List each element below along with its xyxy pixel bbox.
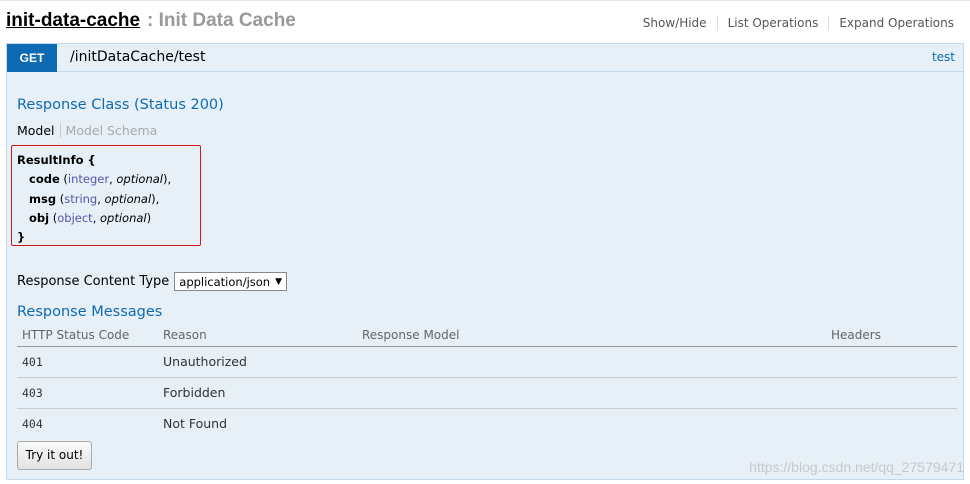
content-type-label: Response Content Type (17, 274, 170, 289)
property-sep: , (92, 210, 100, 225)
table-row: 404 Not Found (17, 409, 957, 440)
header-reason: Reason (163, 328, 207, 342)
property-optional: optional (100, 210, 147, 225)
show-hide-link[interactable]: Show/Hide (633, 16, 717, 30)
header-response-model: Response Model (362, 328, 460, 342)
operation-panel: GET /initDataCache/test test Response Cl… (6, 43, 964, 480)
response-messages-title: Response Messages (17, 304, 163, 320)
dropdown-arrow-icon: ▼ (275, 276, 283, 287)
resource-header: init-data-cache : Init Data Cache Show/H… (6, 10, 964, 36)
property-paren: ( (59, 172, 68, 187)
property-end: ), (163, 172, 172, 187)
property-type: integer (67, 172, 110, 187)
table-row: 401 Unauthorized (17, 347, 957, 378)
table-row: 403 Forbidden (17, 378, 957, 409)
property-type: string (64, 191, 98, 206)
http-method-badge[interactable]: GET (7, 44, 57, 72)
content-type-select[interactable]: application/json ▼ (174, 272, 288, 291)
property-paren: ( (56, 191, 65, 206)
resource-description: : Init Data Cache (147, 10, 296, 31)
property-name: msg (29, 191, 57, 206)
model-close: } (17, 230, 26, 245)
resource-options: Show/Hide List Operations Expand Operati… (633, 16, 954, 30)
resource-name-link[interactable]: init-data-cache (6, 10, 140, 32)
model-open: ResultInfo { (17, 153, 96, 167)
property-sep: , (97, 191, 105, 206)
operation-summary-link[interactable]: test (932, 50, 955, 64)
reason: Unauthorized (163, 354, 247, 369)
header-headers: Headers (831, 328, 881, 342)
property-name: code (29, 172, 60, 187)
header-status-code: HTTP Status Code (22, 328, 130, 342)
property-end: ) (146, 210, 152, 225)
response-messages-table: HTTP Status Code Reason Response Model H… (17, 326, 957, 440)
property-end: ), (151, 191, 160, 206)
reason: Not Found (163, 416, 228, 431)
content-type-row: Response Content Type application/json ▼ (17, 272, 288, 291)
expand-operations-link[interactable]: Expand Operations (828, 16, 954, 30)
property-type: object (57, 210, 93, 225)
table-header: HTTP Status Code Reason Response Model H… (17, 326, 957, 347)
signature-tabs: Model Model Schema (17, 123, 157, 138)
watermark-text: https://blog.csdn.net/qq_27579471 (749, 459, 964, 475)
tab-model[interactable]: Model (17, 123, 61, 138)
tab-model-schema[interactable]: Model Schema (61, 123, 158, 138)
list-operations-link[interactable]: List Operations (716, 16, 829, 30)
status-code: 403 (22, 386, 43, 400)
top-divider (0, 0, 970, 1)
property-optional: optional (104, 191, 152, 206)
property-paren: ( (49, 210, 58, 225)
status-code: 401 (22, 355, 43, 369)
operation-heading[interactable]: GET /initDataCache/test test (7, 44, 963, 72)
reason: Forbidden (163, 385, 226, 400)
model-signature-box: ResultInfo { code (integer, optional), m… (11, 145, 201, 246)
response-class-title: Response Class (Status 200) (17, 97, 224, 113)
model-property: code (integer, optional), (17, 170, 200, 189)
property-name: obj (29, 210, 50, 225)
status-code: 404 (22, 417, 43, 431)
try-it-out-button[interactable]: Try it out! (17, 441, 92, 470)
operation-path[interactable]: /initDataCache/test (70, 49, 205, 65)
property-optional: optional (116, 172, 163, 187)
model-property: msg (string, optional), (17, 190, 200, 209)
model-property: obj (object, optional) (17, 209, 200, 228)
content-type-selected: application/json (179, 274, 271, 289)
